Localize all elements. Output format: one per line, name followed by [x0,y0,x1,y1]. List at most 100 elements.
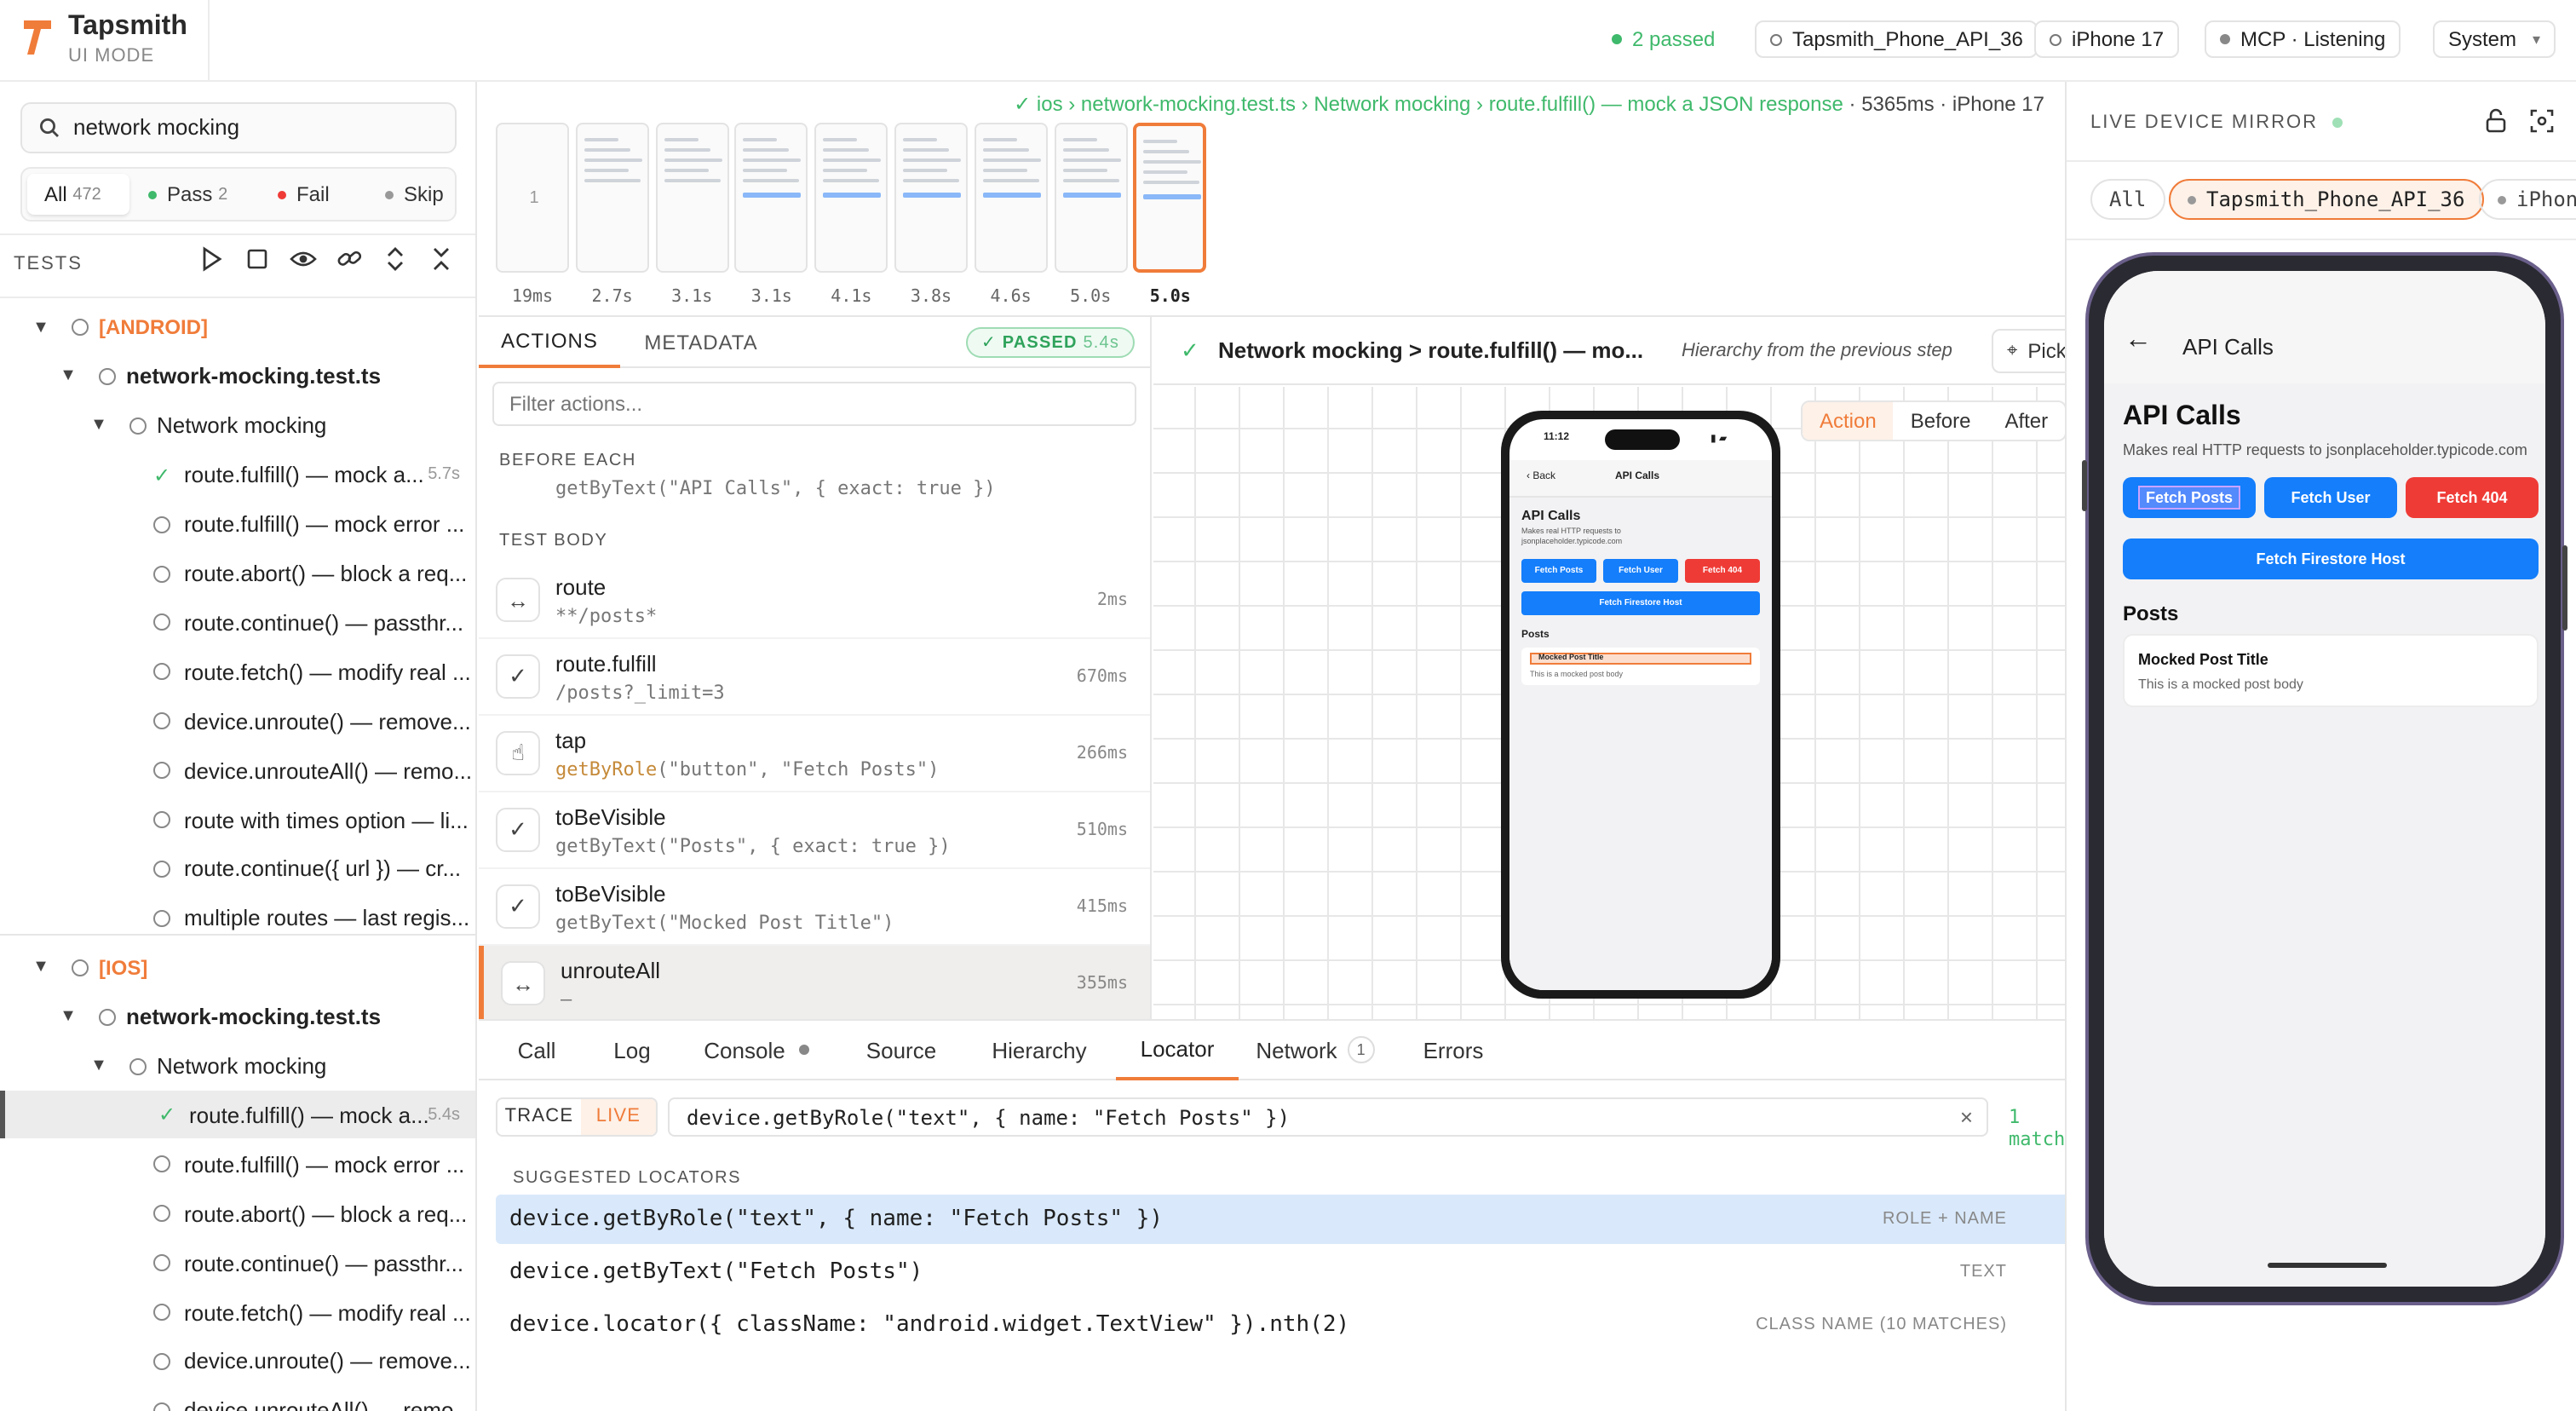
tree-test[interactable]: route.continue() — passthr... [0,599,475,647]
tree-test[interactable]: route with times option — li... [0,796,475,844]
device-iphone[interactable]: iPhone 17 [2034,20,2180,58]
search-input[interactable] [73,114,431,140]
mirror-post-card[interactable]: Mocked Post Title This is a mocked post … [2123,634,2539,707]
stop-icon[interactable] [244,245,271,273]
pick-button[interactable]: ⌖ Pick [1992,329,2065,373]
action-row[interactable]: ↔ unrouteAll — 355ms [479,946,1150,1019]
timeline-thumb[interactable] [1133,123,1207,273]
tree-test[interactable]: device.unroute() — remove... [0,697,475,745]
bottom-tab[interactable]: Errors [1392,1019,1515,1080]
tree-test[interactable]: route.fulfill() — mock error ... [0,1141,475,1189]
search-box[interactable] [20,102,457,153]
tree-test[interactable]: route.fetch() — modify real ... [0,648,475,696]
filter-pass[interactable]: Pass 2 [148,174,227,215]
filter-actions-input[interactable] [492,382,1136,426]
filter-fail[interactable]: Fail [278,174,330,215]
suggested-locator[interactable]: device.getByRole("text", { name: "Fetch … [496,1195,2102,1244]
tree-project[interactable]: ▼ [ANDROID] [0,303,475,351]
back-arrow-icon[interactable]: ← [2125,325,2152,356]
tree-test[interactable]: route.abort() — block a req... [0,1189,475,1237]
btn-fetch-firestore[interactable]: Fetch Firestore Host [1521,591,1760,615]
tree-test[interactable]: device.unroute() — remove... [0,1338,475,1385]
btn-fetch-posts[interactable]: Fetch Posts [1521,559,1596,583]
mirror-tab-all[interactable]: All [2090,179,2165,220]
tree-test[interactable]: device.unrouteAll() — remo... [0,746,475,794]
toggle-live[interactable]: LIVE [580,1099,656,1135]
mode-before[interactable]: Before [1894,402,1988,440]
caret-down-icon[interactable]: ▼ [58,367,78,386]
action-row[interactable]: ✓ toBeVisible getByText("Posts", { exact: … [479,792,1150,869]
timeline-thumb[interactable]: 1 [496,123,569,273]
tree-test[interactable]: route.fulfill() — mock error ... [0,500,475,548]
tab-metadata[interactable]: METADATA [620,317,782,368]
tree-project[interactable]: ▼ [IOS] [0,943,475,991]
bottom-tab[interactable]: Console [683,1019,840,1080]
btn-fetch-404[interactable]: Fetch 404 [1685,559,1760,583]
back-button[interactable]: ‹ Back [1527,472,1555,482]
tree-test[interactable]: route.fetch() — modify real ... [0,1288,475,1336]
tab-actions[interactable]: ACTIONS [479,317,620,368]
suggested-locator[interactable]: device.locator({ className: "android.wid… [496,1300,2102,1350]
eye-icon[interactable] [290,245,317,273]
timeline-thumb[interactable] [655,123,729,273]
mirror-btn-fetch-user[interactable]: Fetch User [2264,477,2397,518]
tree-test[interactable]: ✓ route.fulfill() — mock a... 5.7s [0,451,475,498]
clear-icon[interactable]: × [1960,1104,1973,1130]
btn-fetch-user[interactable]: Fetch User [1603,559,1678,583]
action-row[interactable]: ↔ route **/posts* 2ms [479,562,1150,639]
locator-input[interactable]: device.getByRole("text", { name: "Fetch … [687,1106,1290,1130]
tree-test[interactable]: device.unrouteAll() — remo... [0,1387,475,1411]
screenshot-icon[interactable] [2528,107,2556,135]
bottom-tab[interactable]: Call [492,1019,581,1080]
timeline-thumb[interactable] [814,123,888,273]
bottom-tab[interactable]: Locator [1116,1019,1239,1080]
mirror-btn-fetch-posts[interactable]: Fetch Posts [2123,477,2256,518]
tree-test[interactable]: route.continue({ url }) — cr... [0,845,475,893]
caret-down-icon[interactable]: ▼ [89,417,109,435]
tree-file[interactable]: ▼ network-mocking.test.ts [0,993,475,1040]
mirror-tab-iphone[interactable]: iPhone [2479,179,2576,220]
mirror-btn-fetch-404[interactable]: Fetch 404 [2406,477,2539,518]
bottom-tab[interactable]: Hierarchy [963,1019,1116,1080]
tree-suite[interactable]: ▼ Network mocking [0,402,475,450]
chevron-down-icon: ▾ [2532,30,2540,47]
tree-test[interactable]: route.abort() — block a req... [0,550,475,597]
link-icon[interactable] [336,245,363,273]
tree-suite[interactable]: ▼ Network mocking [0,1042,475,1090]
unlock-icon[interactable] [2482,107,2510,135]
mirror-tab-tapsmith[interactable]: Tapsmith_Phone_API_36 [2169,179,2484,220]
timeline-thumb[interactable] [575,123,649,273]
suggested-locator[interactable]: device.getByText("Fetch Posts") TEXT [496,1247,2102,1297]
timeline-thumb[interactable] [734,123,808,273]
bottom-tab[interactable]: Source [840,1019,963,1080]
mode-action[interactable]: Action [1803,402,1894,440]
expand-icon[interactable] [382,245,409,273]
caret-down-icon[interactable]: ▼ [89,1057,109,1075]
mcp-status[interactable]: MCP · Listening [2205,20,2401,58]
timeline-thumb[interactable] [974,123,1048,273]
bottom-tab[interactable]: Network 1 [1239,1019,1392,1080]
filter-all[interactable]: All 472 [27,174,129,215]
action-row[interactable]: ☝ tap getByRole("button", "Fetch Posts") 26… [479,716,1150,792]
timeline-thumb[interactable] [894,123,968,273]
filter-skip[interactable]: Skip [385,174,444,215]
tree-test[interactable]: route.continue() — passthr... [0,1239,475,1287]
bottom-tab[interactable]: Log [581,1019,683,1080]
mode-after[interactable]: After [1987,402,2065,440]
tree-file[interactable]: ▼ network-mocking.test.ts [0,353,475,400]
caret-down-icon[interactable]: ▼ [58,1007,78,1026]
mirror-btn-fetch-firestore[interactable]: Fetch Firestore Host [2123,538,2539,579]
tree-test[interactable]: ✓ route.fulfill() — mock a... 5.4s [0,1091,475,1139]
caret-down-icon[interactable]: ▼ [31,958,51,976]
theme-select[interactable]: System ▾ [2433,20,2556,58]
toggle-trace[interactable]: TRACE [497,1099,581,1135]
collapse-icon[interactable] [428,245,455,273]
caret-down-icon[interactable]: ▼ [31,318,51,337]
action-row[interactable]: ✓ route.fulfill/posts?_limit=3 670ms [479,639,1150,716]
mirror-screen[interactable]: ← API Calls API Calls Makes real HTTP re… [2104,271,2545,1287]
play-icon[interactable] [198,245,225,273]
device-tapsmith-phone[interactable]: Tapsmith_Phone_API_36 [1755,20,2038,58]
locator-field[interactable]: device.getByRole("text", { name: "Fetch … [668,1097,1988,1137]
timeline-thumb[interactable] [1054,123,1128,273]
action-row[interactable]: ✓ toBeVisible getByText("Mocked Post Title… [479,869,1150,946]
